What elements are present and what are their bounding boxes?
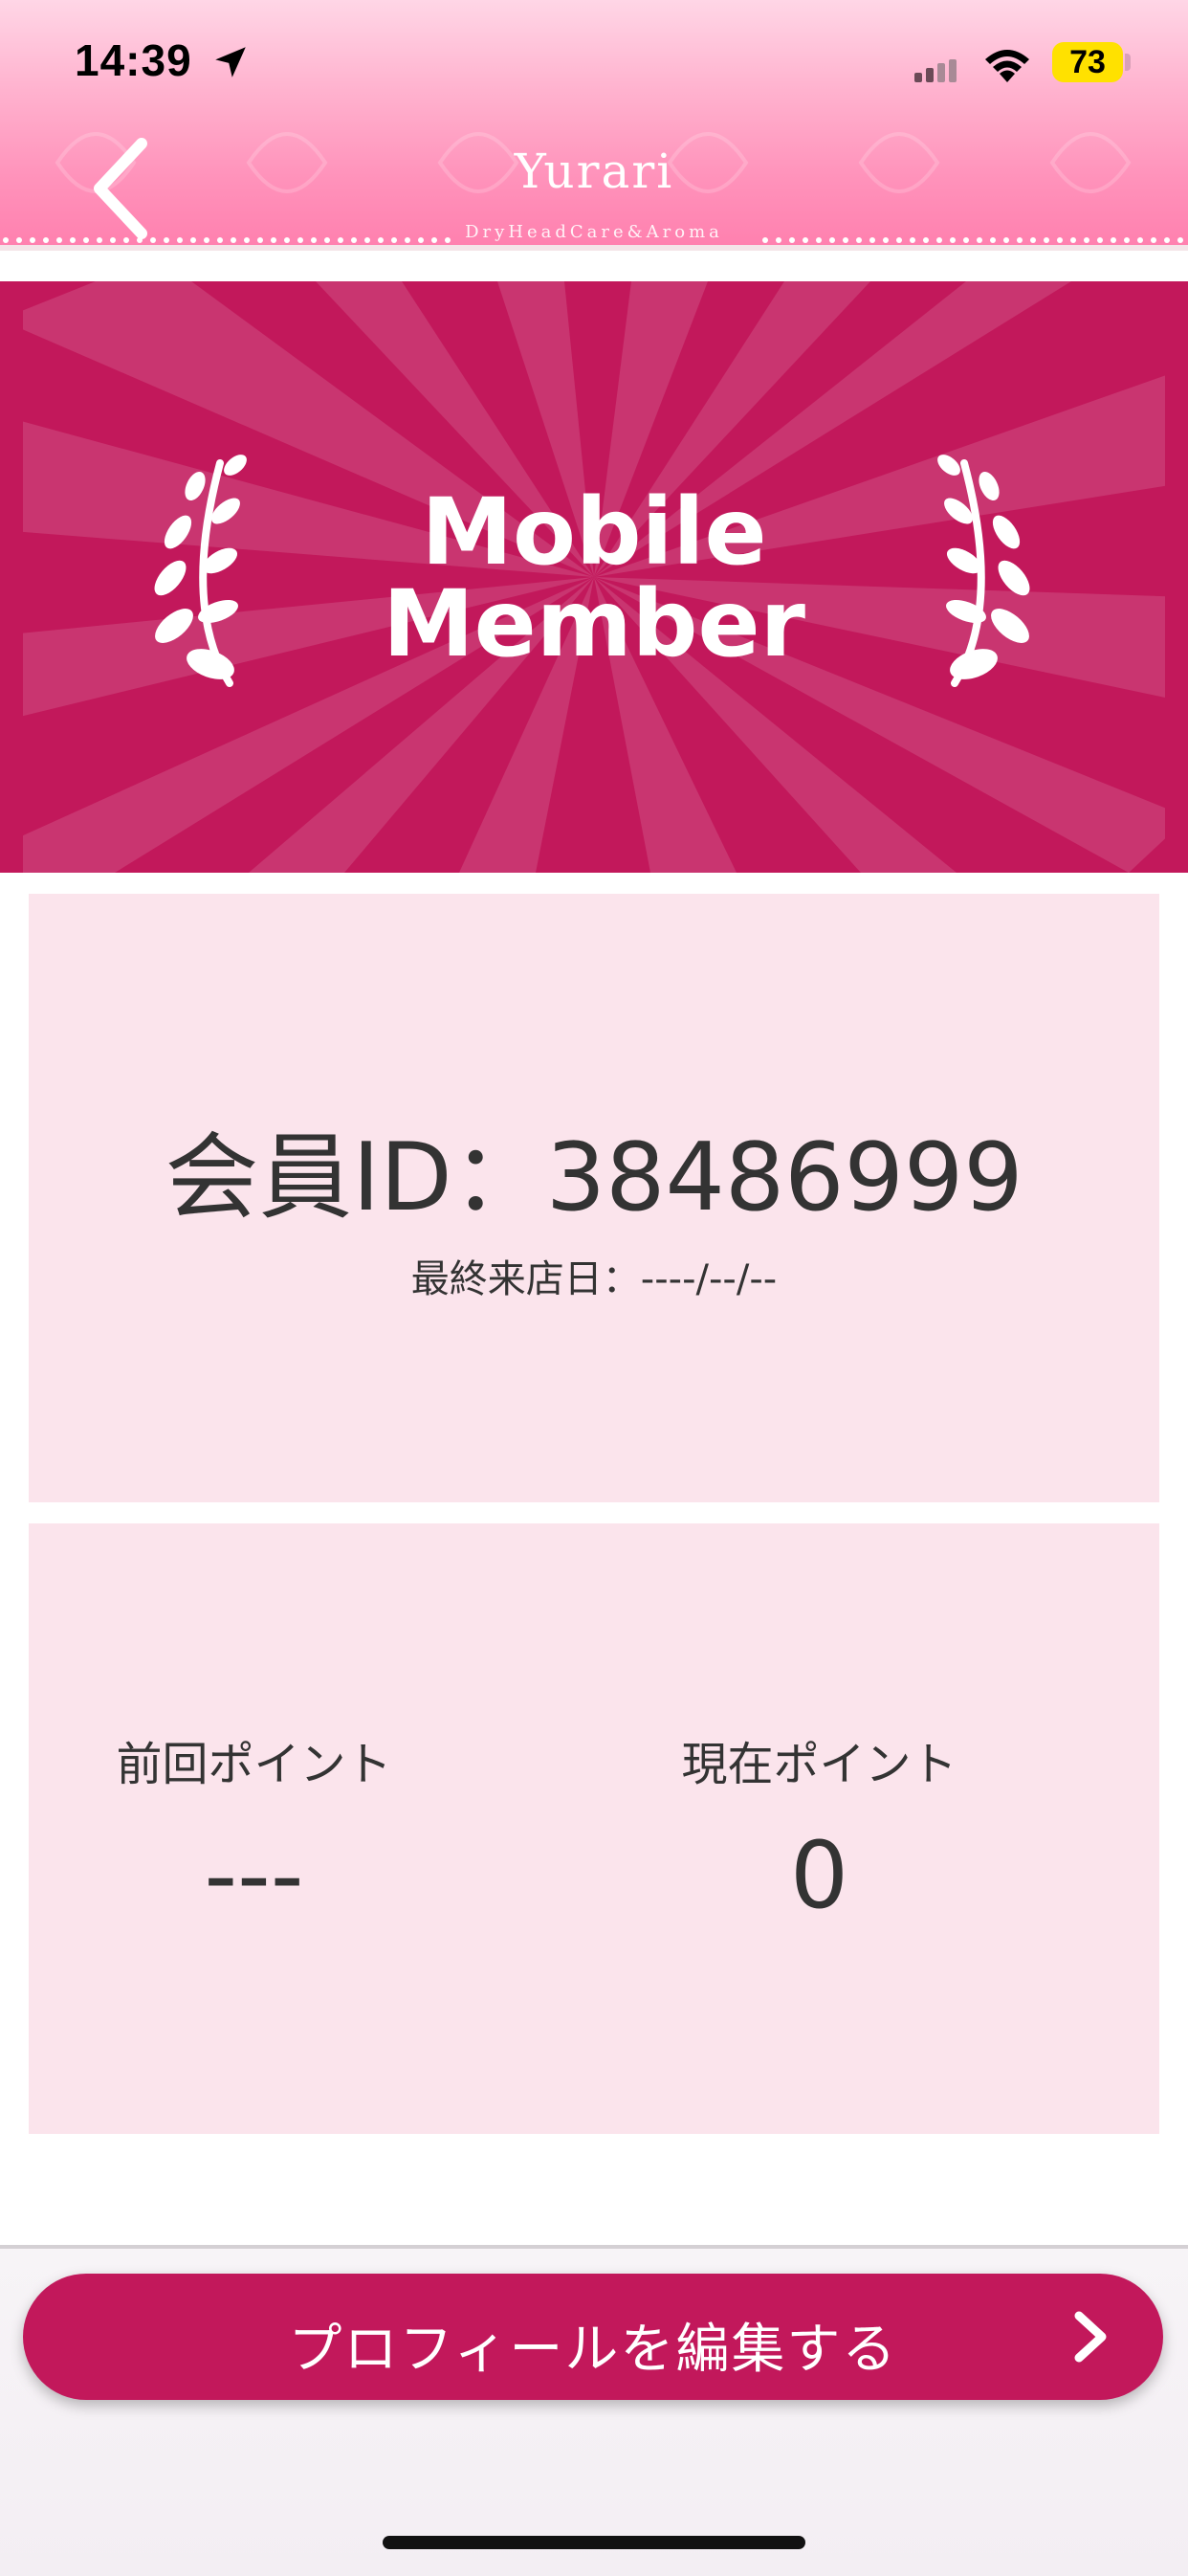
last-visit-date: 最終来店日：----/--/-- xyxy=(410,1257,778,1301)
edit-profile-button[interactable]: プロフィールを編集する xyxy=(23,2274,1163,2400)
previous-points-value: --- xyxy=(204,1822,304,1929)
mobile-member-banner: Mobile Member xyxy=(0,281,1188,873)
battery-cap xyxy=(1125,54,1131,71)
status-time: 14:39 xyxy=(75,35,192,85)
previous-points-label: 前回ポイント xyxy=(116,1738,392,1791)
battery-icon: 73 xyxy=(1052,42,1123,82)
edit-profile-label: プロフィールを編集する xyxy=(288,2319,898,2381)
current-points-label: 現在ポイント xyxy=(681,1738,957,1791)
app-title: Yurari xyxy=(514,144,674,199)
battery-level: 73 xyxy=(1069,43,1106,80)
chevron-right-icon xyxy=(1074,2311,1107,2363)
app-subtitle: DryHeadCare&Aroma xyxy=(465,222,723,242)
wifi-icon xyxy=(985,50,1029,82)
member-id-card: 会員ID：38486999 最終来店日：----/--/-- xyxy=(29,894,1159,1502)
banner-title-line1: Mobile xyxy=(421,478,767,586)
home-indicator xyxy=(383,2536,805,2549)
location-arrow-icon xyxy=(215,47,246,78)
banner-title-line2: Member xyxy=(383,570,805,677)
header-divider xyxy=(0,245,1188,251)
current-points-value: 0 xyxy=(789,1822,849,1929)
signal-icon xyxy=(914,59,957,82)
member-id: 会員ID：38486999 xyxy=(165,1123,1023,1232)
points-card: 前回ポイント --- 現在ポイント 0 xyxy=(29,1523,1159,2134)
app-header: 14:39 73 Yurari DryHeadCare&Aroma xyxy=(0,0,1188,251)
